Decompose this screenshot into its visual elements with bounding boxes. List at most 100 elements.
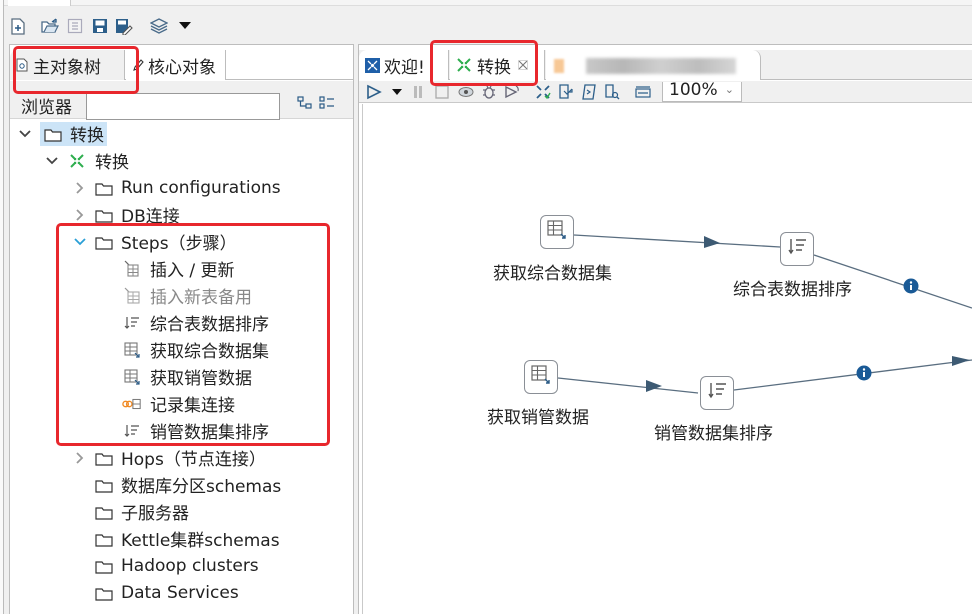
tree-item-label: 获取综合数据集 — [150, 342, 269, 362]
open-file-icon[interactable] — [41, 17, 59, 35]
transformation-icon — [554, 59, 564, 73]
tree-item-label: 获取销管数据 — [150, 369, 252, 389]
step-node-sort-rows[interactable] — [780, 232, 814, 266]
expand-all-icon[interactable] — [319, 95, 335, 114]
save-as-icon[interactable] — [115, 17, 133, 35]
tab-main-object-tree[interactable]: 主对象树 — [10, 50, 125, 80]
collapse-all-icon[interactable] — [297, 95, 313, 114]
chevron-right-icon[interactable] — [73, 181, 87, 195]
tree-item-label: Steps（步骤） — [121, 234, 237, 254]
tree-item-label: 记录集连接 — [150, 396, 235, 416]
step-label: 综合表数据排序 — [733, 280, 852, 300]
left-panel-tabs: 主对象树 核心对象 — [10, 50, 353, 80]
tab-blurred[interactable] — [546, 50, 761, 80]
tab-label: 欢迎! — [384, 57, 425, 78]
title-strip-tab — [8, 0, 71, 6]
tree-item-run-configurations[interactable]: Run configurations — [73, 174, 281, 201]
tree-item-data-services[interactable]: Data Services — [95, 579, 239, 606]
tree-item-label: 插入新表备用 — [150, 288, 252, 308]
zoom-select[interactable]: 100% ⌄ — [662, 82, 742, 102]
tree-item-step[interactable]: 综合表数据排序 — [122, 309, 269, 336]
tree-item-label: Hadoop clusters — [121, 555, 259, 576]
folder-icon — [44, 127, 62, 142]
window-left-edge — [0, 0, 4, 614]
tree-item-partition-schemas[interactable]: 数据库分区schemas — [95, 471, 281, 498]
table-input-icon — [530, 364, 552, 390]
impact-analysis-icon[interactable] — [557, 83, 575, 101]
insert-update-icon — [122, 260, 142, 278]
merge-join-icon — [122, 395, 142, 413]
save-icon[interactable] — [91, 17, 109, 35]
folder-icon — [95, 559, 113, 574]
tab-label: 主对象树 — [33, 57, 101, 78]
tree-search-input[interactable] — [86, 93, 280, 120]
transformation-icon — [456, 57, 472, 73]
table-input-icon — [546, 219, 568, 245]
tree-item-label: Data Services — [121, 582, 239, 603]
tree-item-step[interactable]: 销管数据集排序 — [122, 417, 269, 444]
step-node-table-input[interactable] — [540, 215, 574, 249]
tree-item-transformation[interactable]: 转换 — [45, 147, 129, 174]
tree-item-step[interactable]: 插入 / 更新 — [122, 255, 235, 282]
tree-item-label: 子服务器 — [121, 504, 189, 524]
step-node-table-input[interactable] — [524, 360, 558, 394]
tree-item-step[interactable]: 记录集连接 — [122, 390, 235, 417]
folder-icon — [95, 478, 113, 493]
tree-item-label: 转换 — [95, 153, 129, 173]
sql-icon[interactable] — [580, 83, 598, 101]
tab-welcome[interactable]: 欢迎! — [359, 50, 449, 80]
tree-item-label: Hops（节点连接） — [121, 450, 266, 470]
stop-icon[interactable] — [433, 83, 451, 101]
zoom-value: 100% — [669, 82, 718, 100]
tree-item-hadoop-clusters[interactable]: Hadoop clusters — [95, 552, 259, 579]
explore-repository-icon[interactable] — [66, 17, 84, 35]
chevron-down-icon[interactable] — [18, 127, 32, 141]
grid-align-icon[interactable] — [634, 83, 652, 101]
preview-icon[interactable] — [457, 83, 475, 101]
pause-icon[interactable] — [409, 83, 427, 101]
view-icon — [16, 58, 28, 72]
explore-db-icon[interactable] — [603, 83, 621, 101]
tree-item-cluster-schemas[interactable]: Kettle集群schemas — [95, 525, 280, 552]
dropdown-arrow-icon[interactable] — [176, 17, 194, 35]
table-input-icon — [122, 341, 142, 359]
sort-rows-icon — [706, 381, 728, 405]
tree-item-label: Kettle集群schemas — [121, 531, 280, 551]
chevron-down-icon[interactable] — [73, 235, 87, 249]
tree-item-slave-servers[interactable]: 子服务器 — [95, 498, 189, 525]
sort-rows-icon — [122, 314, 142, 332]
tree-item-step[interactable]: 获取销管数据 — [122, 363, 252, 390]
tree-item-steps[interactable]: Steps（步骤） — [73, 228, 237, 255]
tree-item-db-connections[interactable]: DB连接 — [73, 201, 180, 228]
perspective-layers-icon[interactable] — [150, 17, 168, 35]
tree-item-hops[interactable]: Hops（节点连接） — [73, 444, 266, 471]
transformation-canvas[interactable] — [362, 104, 972, 614]
debug-icon[interactable] — [480, 83, 498, 101]
run-icon[interactable] — [365, 83, 383, 101]
chevron-right-icon[interactable] — [73, 208, 87, 222]
chevron-right-icon[interactable] — [73, 451, 87, 465]
run-dropdown-icon[interactable] — [388, 83, 406, 101]
verify-icon[interactable] — [534, 83, 552, 101]
tab-core-objects[interactable]: 核心对象 — [126, 50, 226, 80]
new-file-icon[interactable] — [9, 17, 27, 35]
welcome-icon — [365, 57, 380, 73]
table-input-icon — [122, 368, 142, 386]
chevron-down-icon[interactable] — [45, 154, 59, 168]
step-node-sort-rows[interactable] — [700, 376, 734, 410]
tab-label: 核心对象 — [148, 57, 216, 78]
replay-icon[interactable] — [503, 83, 521, 101]
tree-item-label: 综合表数据排序 — [150, 315, 269, 335]
folder-icon — [95, 208, 113, 223]
tree-item-root-transformation[interactable]: 转换 — [18, 120, 107, 147]
tab-transformation[interactable]: 转换 — [450, 50, 545, 80]
tree-item-step[interactable]: 插入新表备用 — [122, 282, 252, 309]
tree-item-label: 转换 — [70, 126, 104, 146]
step-label: 获取销管数据 — [487, 408, 589, 428]
close-tab-icon[interactable] — [518, 60, 528, 70]
editor-tabs: 欢迎! 转换 — [359, 50, 972, 80]
sort-rows-icon — [122, 422, 142, 440]
step-label: 销管数据集排序 — [654, 424, 773, 444]
tree-item-step[interactable]: 获取综合数据集 — [122, 336, 269, 363]
folder-icon — [95, 235, 113, 250]
